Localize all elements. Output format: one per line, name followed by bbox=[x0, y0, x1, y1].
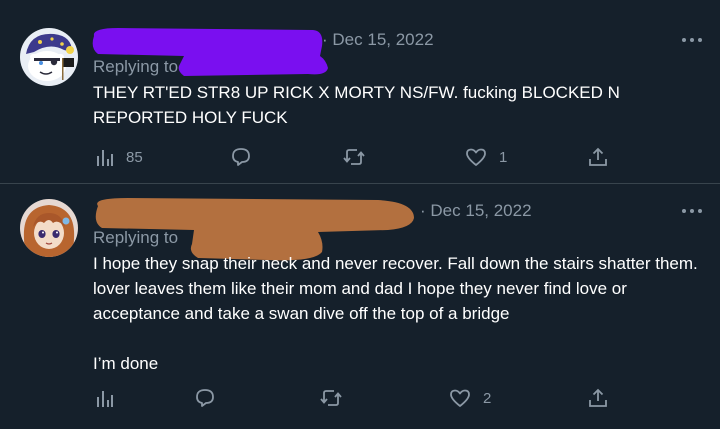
reply-icon bbox=[196, 389, 214, 407]
retweet-icon bbox=[320, 390, 342, 406]
views-icon bbox=[97, 391, 113, 407]
tweet-feed: · Dec 15, 2022 Replying to THEY RT'ED ST… bbox=[0, 0, 720, 429]
avatar-image bbox=[20, 28, 78, 86]
retweet-button[interactable] bbox=[343, 142, 365, 172]
replying-to-label: Replying to bbox=[93, 57, 179, 76]
share-button[interactable] bbox=[588, 142, 608, 172]
like-icon bbox=[450, 389, 470, 407]
views-button[interactable] bbox=[96, 383, 114, 413]
share-icon bbox=[589, 147, 607, 166]
tweet-actions: 2 bbox=[0, 383, 720, 413]
views-count: 85 bbox=[126, 148, 143, 166]
avatar-image bbox=[20, 199, 78, 257]
likes-count: 1 bbox=[499, 148, 508, 166]
tweet-text: I hope they snap their neck and never re… bbox=[93, 254, 698, 373]
tweet[interactable]: · Dec 15, 2022 Replying to I hope they s… bbox=[0, 184, 720, 429]
retweet-button[interactable] bbox=[320, 383, 342, 413]
reply-icon bbox=[232, 148, 250, 166]
tweet-date[interactable]: · Dec 15, 2022 bbox=[322, 30, 434, 50]
date-separator: · bbox=[322, 30, 328, 49]
tweet-text: THEY RT'ED STR8 UP RICK X MORTY NS/FW. f… bbox=[93, 83, 620, 127]
share-button[interactable] bbox=[588, 383, 608, 413]
views-icon bbox=[97, 150, 113, 166]
more-icon[interactable] bbox=[680, 206, 704, 216]
tweet[interactable]: · Dec 15, 2022 Replying to THEY RT'ED ST… bbox=[0, 0, 720, 183]
like-button[interactable]: 2 bbox=[449, 383, 491, 413]
like-button[interactable]: 1 bbox=[465, 142, 507, 172]
avatar[interactable] bbox=[20, 199, 78, 257]
date-text: Dec 15, 2022 bbox=[430, 201, 532, 220]
retweet-icon bbox=[343, 149, 365, 165]
like-icon bbox=[466, 148, 486, 166]
replying-to-label: Replying to bbox=[93, 228, 179, 247]
reply-button[interactable] bbox=[194, 383, 216, 413]
date-text: Dec 15, 2022 bbox=[332, 30, 434, 49]
views-button[interactable]: 85 bbox=[96, 142, 143, 172]
more-icon[interactable] bbox=[680, 35, 704, 45]
tweet-date[interactable]: · Dec 15, 2022 bbox=[420, 201, 532, 221]
reply-button[interactable] bbox=[230, 142, 252, 172]
share-icon bbox=[589, 388, 607, 407]
likes-count: 2 bbox=[483, 389, 492, 407]
avatar[interactable] bbox=[20, 28, 78, 86]
tweet-actions: 85 1 bbox=[0, 142, 720, 172]
date-separator: · bbox=[420, 201, 426, 220]
